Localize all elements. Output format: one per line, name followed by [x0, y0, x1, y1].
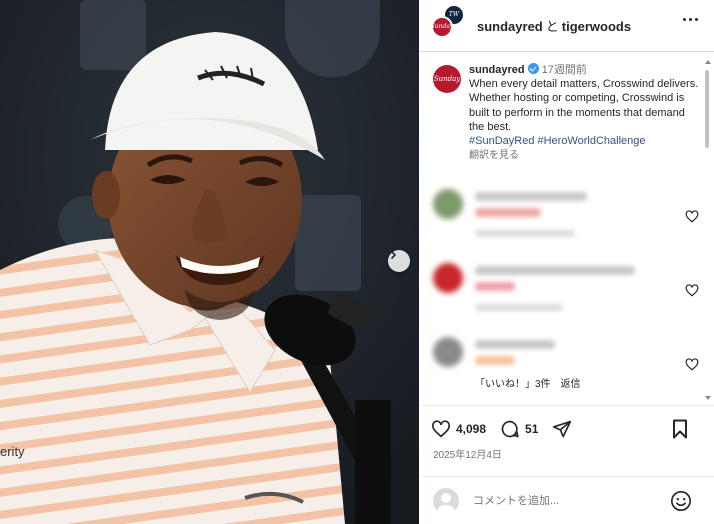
shirt-sponsor-text: erity	[0, 444, 25, 459]
post-actions: 4,098 51 2025年12月4日	[419, 405, 714, 461]
comment-avatar[interactable]	[433, 189, 463, 219]
comment-text-blurred	[475, 356, 515, 365]
comment-like-heart-icon[interactable]	[685, 358, 699, 371]
comment-username-blurred	[475, 266, 635, 275]
header-user-a[interactable]: sundayred	[477, 19, 543, 34]
pga-tour-logo-bg	[80, 0, 146, 70]
post-side-panel: TW Sunday sundayred と tigerwoods Sunday su…	[419, 0, 714, 524]
next-image-button[interactable]	[388, 250, 410, 272]
like-button[interactable]: 4,098	[431, 420, 486, 438]
comment-text-blurred	[475, 282, 515, 291]
chevron-right-icon	[390, 250, 397, 260]
paper-plane-icon	[553, 420, 572, 438]
golfer-photo-illustration: erity	[0, 0, 419, 524]
see-translation-link[interactable]: 翻訳を見る	[469, 149, 700, 163]
scrollbar-thumb[interactable]	[705, 70, 709, 148]
comment-text-blurred	[475, 208, 541, 217]
post-caption: Sunday sundayred 17週間前 When every detail …	[419, 53, 714, 163]
caption-text: When every detail matters, Crosswind del…	[469, 78, 699, 133]
header-usernames: sundayred と tigerwoods	[477, 16, 631, 35]
comment-username-blurred	[475, 340, 555, 349]
caption-username[interactable]: sundayred	[469, 64, 525, 76]
caption-avatar[interactable]: Sunday	[433, 65, 461, 93]
comment-meta-blurred	[475, 230, 575, 237]
hashtag-link[interactable]: #HeroWorldChallenge	[538, 135, 646, 147]
comment-username-blurred	[475, 192, 587, 201]
more-options-button[interactable]	[683, 18, 698, 21]
hashtag-link[interactable]: #SunDayRed	[469, 135, 534, 147]
share-button[interactable]	[552, 419, 572, 439]
caption-body: sundayred 17週間前 When every detail matters…	[469, 63, 700, 163]
scroll-up-arrow-icon[interactable]	[705, 60, 711, 64]
comment-footer: 「いいね！」3件 返信	[475, 375, 581, 390]
comment-meta-blurred	[475, 304, 563, 311]
reply-link[interactable]: 返信	[561, 379, 581, 390]
post-header: TW Sunday sundayred と tigerwoods	[419, 0, 714, 52]
bookmark-icon	[673, 419, 687, 439]
comment-item	[433, 332, 699, 402]
add-comment-bar	[419, 476, 714, 524]
heart-icon	[432, 420, 450, 438]
scroll-down-arrow-icon[interactable]	[705, 396, 711, 400]
verified-badge-icon	[527, 63, 539, 74]
more-dot-icon	[683, 18, 686, 21]
caption-time[interactable]: 17週間前	[542, 64, 587, 76]
avatar-sundayred[interactable]: Sunday	[431, 15, 453, 38]
more-dot-icon	[689, 18, 692, 21]
header-user-b[interactable]: tigerwoods	[562, 19, 631, 34]
comment-avatar[interactable]	[433, 337, 463, 367]
header-joiner: と	[545, 19, 559, 34]
comment-button[interactable]: 51	[500, 419, 538, 439]
comment-item	[433, 258, 699, 328]
emoji-icon[interactable]	[670, 490, 692, 512]
comment-like-heart-icon[interactable]	[685, 284, 699, 297]
current-user-avatar	[433, 487, 459, 514]
comment-input[interactable]	[473, 494, 653, 507]
collab-avatars[interactable]: TW Sunday	[431, 3, 465, 42]
post-photo: erity	[0, 0, 419, 524]
comment-bubble-icon	[501, 420, 519, 438]
comment-like-heart-icon[interactable]	[685, 210, 699, 223]
like-count[interactable]: 4,098	[456, 422, 486, 436]
comment-avatar[interactable]	[433, 263, 463, 293]
comment-likes-count[interactable]: 「いいね！」3件	[475, 379, 551, 390]
save-button[interactable]	[672, 419, 688, 444]
comment-item	[433, 184, 699, 254]
comment-count[interactable]: 51	[525, 422, 538, 436]
more-dot-icon	[695, 18, 698, 21]
